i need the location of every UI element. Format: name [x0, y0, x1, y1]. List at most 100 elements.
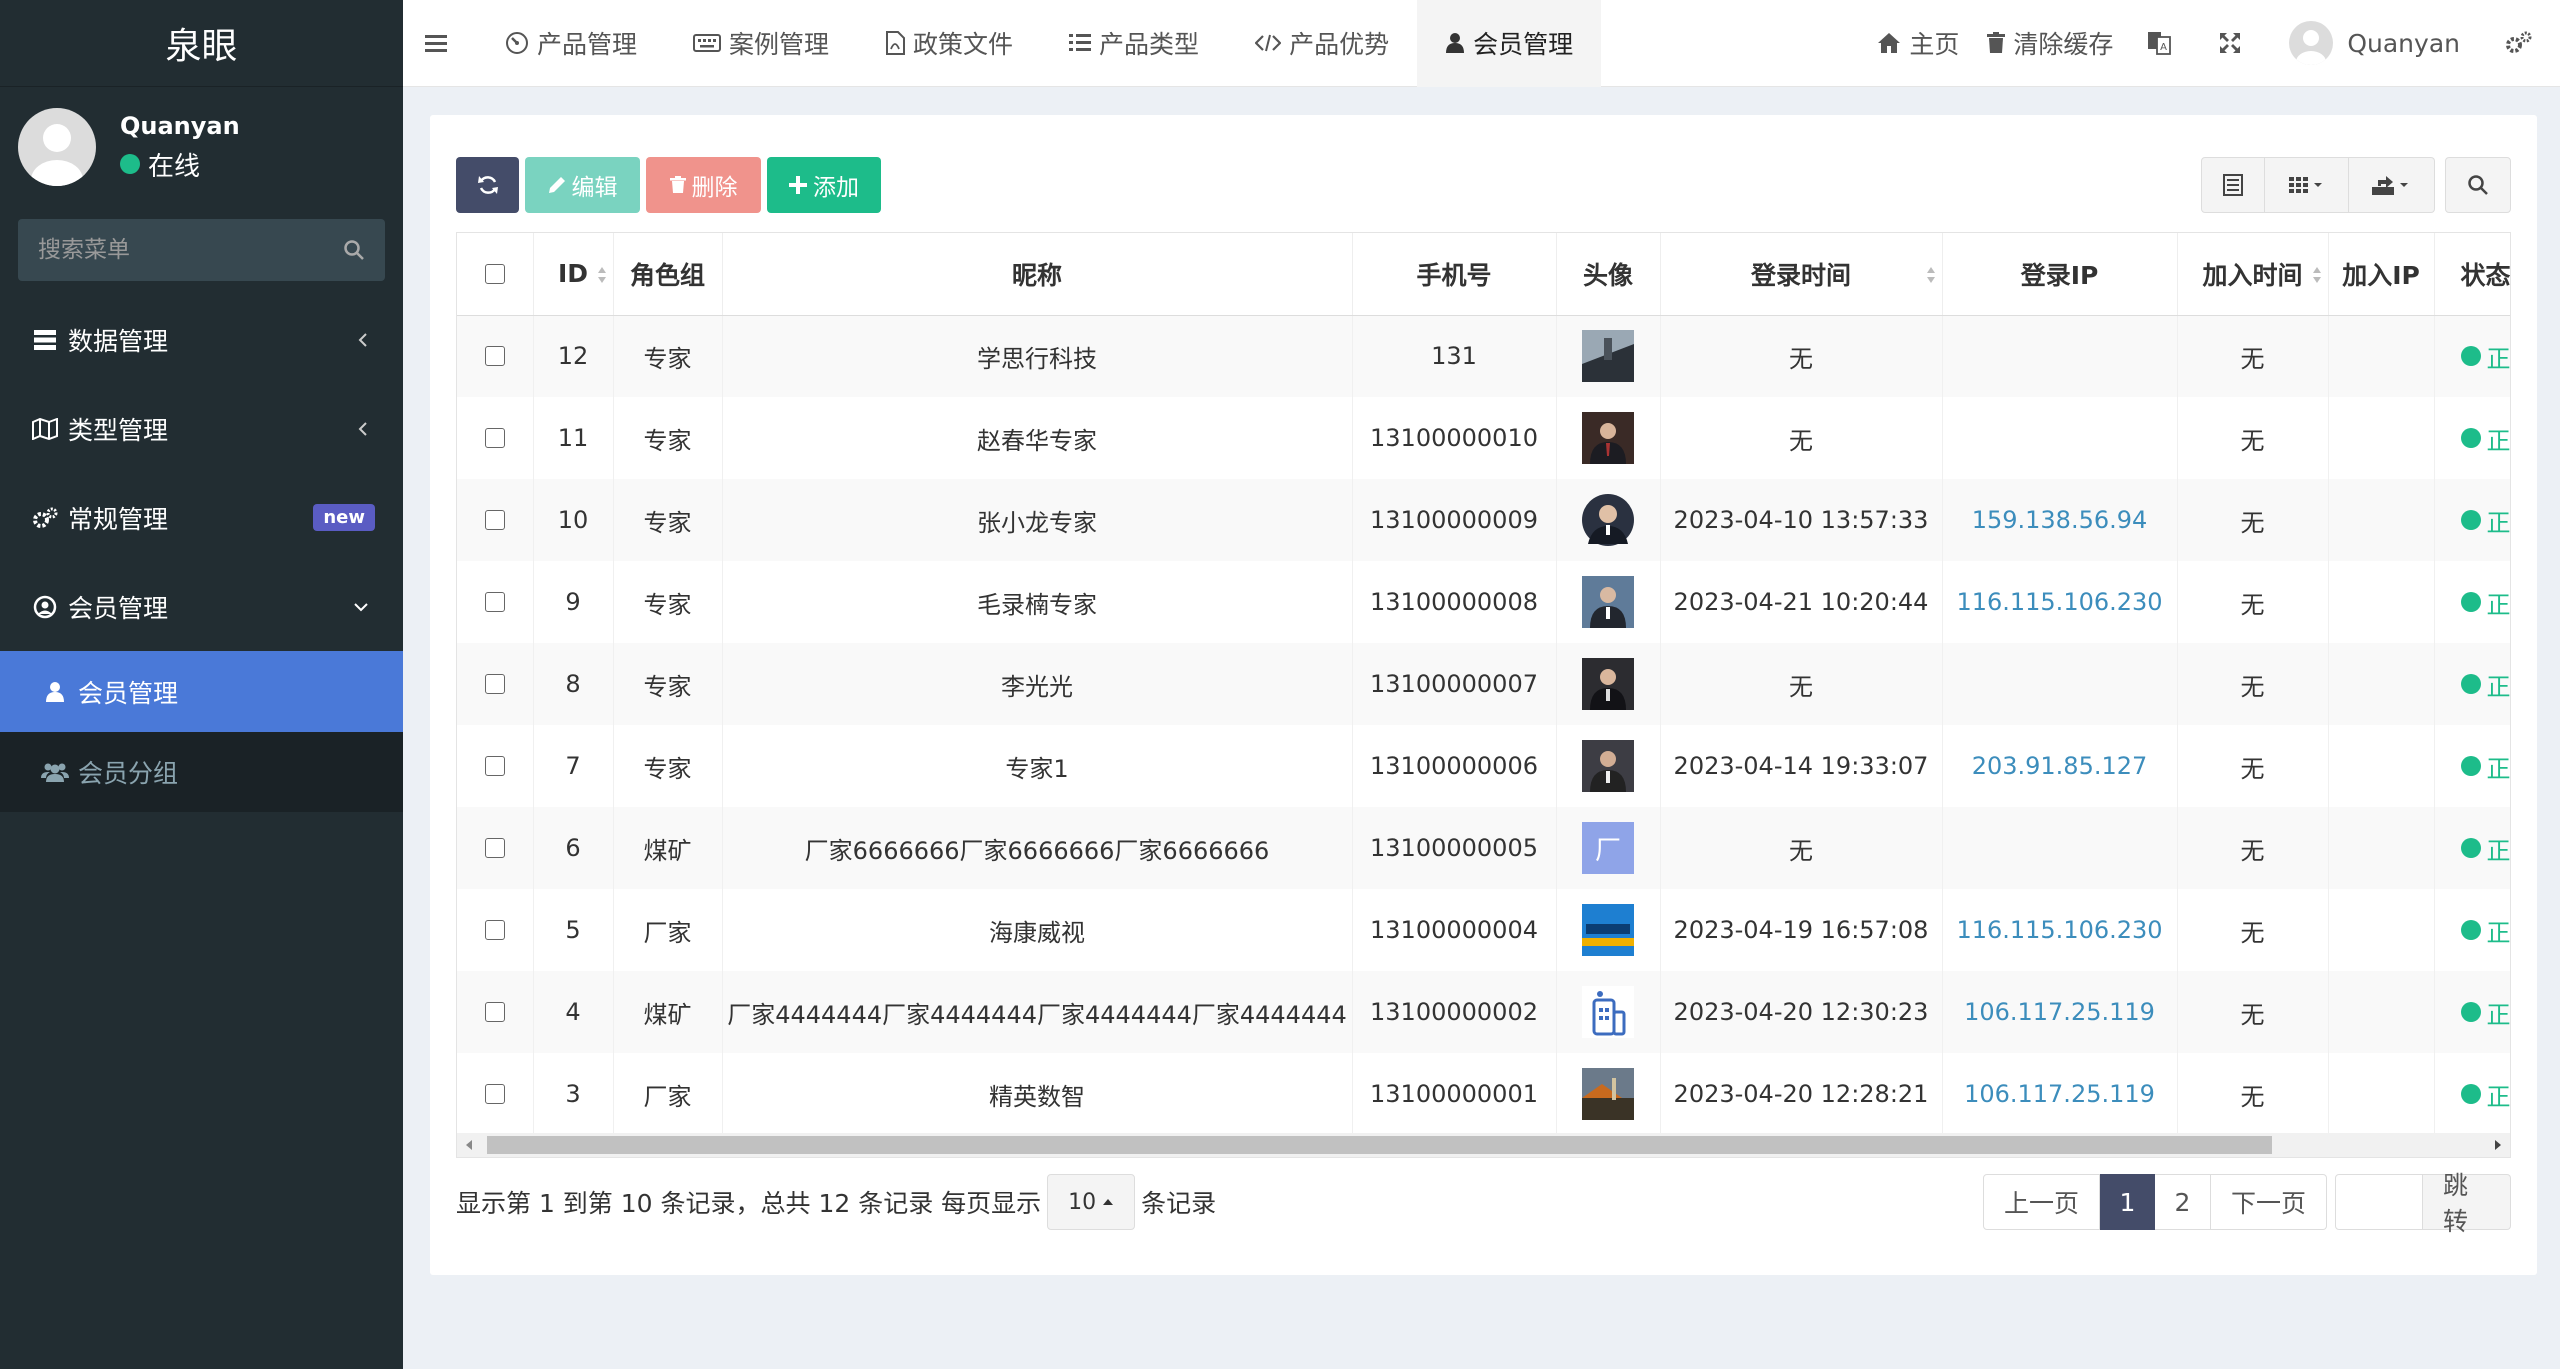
next-page-button[interactable]: 下一页: [2211, 1174, 2327, 1230]
sidebar-subitem-member-group[interactable]: 会员分组: [0, 732, 403, 812]
table-row[interactable]: 7 专家 专家1 13100000006 2023-04-14 19:33:07 203.…: [457, 725, 2510, 807]
table-row[interactable]: 6 煤矿 厂家6666666厂家6666666厂家6666666 1310000000…: [457, 807, 2510, 889]
cell-join-time: 无: [2177, 397, 2329, 479]
cell-login-ip[interactable]: 159.138.56.94: [1942, 479, 2178, 561]
select-all-checkbox[interactable]: [484, 263, 505, 284]
refresh-button[interactable]: [456, 157, 519, 213]
tab-case-manage[interactable]: 案例管理: [665, 0, 857, 87]
search-icon[interactable]: [343, 239, 365, 261]
status-dot-icon: [2460, 1084, 2481, 1104]
table-row[interactable]: 8专家李光光13100000007 无 无 正常: [457, 643, 2510, 725]
cell-nickname: 毛录楠专家: [722, 561, 1353, 643]
row-checkbox[interactable]: [484, 674, 505, 694]
cell-login-ip[interactable]: 116.115.106.230: [1942, 889, 2178, 971]
columns-button[interactable]: [2265, 157, 2349, 213]
table-row[interactable]: 12专家学思行科技131 无 无 正常: [457, 315, 2510, 397]
avatar[interactable]: [1582, 986, 1634, 1038]
cell-login-ip[interactable]: 203.91.85.127: [1942, 725, 2178, 807]
avatar[interactable]: [1582, 330, 1634, 383]
cell-login-ip[interactable]: [1942, 397, 2178, 479]
member-table: ID 角色组 昵称 手机号 头像 登录时间 登录IP 加入时间 加入IP 状态 …: [456, 232, 2511, 1158]
cell-login-ip[interactable]: [1942, 807, 2178, 889]
cell-login-ip[interactable]: [1942, 315, 2178, 397]
col-header-login-time[interactable]: 登录时间: [1660, 233, 1943, 316]
app-logo[interactable]: 泉眼: [0, 0, 403, 87]
sidebar-item-data[interactable]: 数据管理: [0, 295, 403, 384]
table-row[interactable]: 10 专家 张小龙专家 13100000009 2023-04-10 13:57:33 1…: [457, 479, 2510, 561]
home-link[interactable]: 主页: [1863, 0, 1973, 87]
row-checkbox[interactable]: [484, 838, 505, 858]
user-menu[interactable]: Quanyan: [2269, 0, 2480, 87]
online-dot-icon: [120, 154, 140, 174]
sidebar-item-members[interactable]: 会员管理: [0, 562, 403, 651]
page-size-select[interactable]: 10: [1047, 1174, 1136, 1230]
tab-product-types[interactable]: 产品类型: [1041, 0, 1227, 87]
search-button[interactable]: [2445, 157, 2511, 213]
status-badge: 正常: [2486, 590, 2511, 619]
avatar[interactable]: [1582, 1068, 1634, 1120]
jump-button[interactable]: 跳转: [2423, 1171, 2511, 1236]
cell-status: 正常: [2434, 397, 2510, 479]
list-alt-icon: [2223, 174, 2243, 196]
tab-member-manage[interactable]: 会员管理: [1417, 0, 1602, 87]
sidebar-subitem-member-manage[interactable]: 会员管理: [0, 651, 403, 732]
avatar[interactable]: [1582, 412, 1634, 464]
page-2-button[interactable]: 2: [2155, 1174, 2211, 1230]
table-row[interactable]: 3 厂家 精英数智 13100000001 2023-04-20 12:28:21 106…: [457, 1053, 2510, 1135]
prev-page-button[interactable]: 上一页: [1983, 1174, 2100, 1230]
cell-login-ip[interactable]: [1942, 643, 2178, 725]
row-select-cell: [457, 397, 534, 479]
horizontal-scrollbar[interactable]: [457, 1133, 2510, 1157]
search-icon: [2467, 174, 2489, 196]
row-checkbox[interactable]: [484, 428, 505, 448]
cell-login-ip[interactable]: 106.117.25.119: [1942, 1053, 2178, 1135]
add-button[interactable]: 添加: [767, 157, 881, 213]
tab-product-manage[interactable]: 产品管理: [477, 0, 665, 87]
tab-policy-files[interactable]: 政策文件: [857, 0, 1041, 87]
sidebar-item-types[interactable]: 类型管理: [0, 384, 403, 473]
avatar[interactable]: [1582, 740, 1634, 792]
tab-product-advantage[interactable]: 产品优势: [1227, 0, 1417, 87]
settings-button[interactable]: [2480, 0, 2560, 87]
table-row[interactable]: 5 厂家 海康威视 13100000004 2023-04-19 16:57:08 116…: [457, 889, 2510, 971]
scroll-right-icon[interactable]: [2494, 1139, 2502, 1151]
toggle-view-button[interactable]: [2201, 157, 2265, 213]
row-checkbox[interactable]: [484, 346, 505, 367]
row-checkbox[interactable]: [484, 510, 505, 530]
edit-button[interactable]: 编辑: [525, 157, 640, 213]
col-header-join-time[interactable]: 加入时间: [2177, 233, 2329, 316]
cell-login-ip[interactable]: 106.117.25.119: [1942, 971, 2178, 1053]
avatar[interactable]: [1582, 658, 1634, 710]
row-checkbox[interactable]: [484, 920, 505, 940]
clear-cache-button[interactable]: 清除缓存: [1973, 0, 2127, 87]
row-checkbox[interactable]: [484, 1084, 505, 1104]
scroll-left-icon[interactable]: [465, 1139, 473, 1151]
scrollbar-thumb[interactable]: [487, 1136, 2272, 1154]
avatar[interactable]: [1582, 576, 1634, 628]
avatar[interactable]: [1582, 904, 1634, 956]
row-select-cell: [457, 971, 534, 1053]
avatar[interactable]: 厂: [1582, 822, 1634, 874]
row-checkbox[interactable]: [484, 1002, 505, 1022]
delete-button[interactable]: 删除: [646, 157, 761, 213]
col-header-id[interactable]: ID: [533, 233, 614, 316]
sidebar-toggle-button[interactable]: [403, 0, 477, 87]
jump-page-input[interactable]: [2335, 1174, 2423, 1230]
menu-search-input[interactable]: [38, 237, 298, 263]
export-button[interactable]: [2349, 157, 2435, 213]
language-button[interactable]: A: [2127, 0, 2199, 87]
cell-login-ip[interactable]: 116.115.106.230: [1942, 561, 2178, 643]
expand-icon: [2219, 32, 2249, 54]
page-1-button[interactable]: 1: [2100, 1174, 2155, 1230]
avatar[interactable]: [1582, 494, 1634, 546]
row-select-cell: [457, 889, 534, 971]
table-row[interactable]: 4 煤矿 厂家4444444厂家4444444厂家4444444厂家4444444 1…: [457, 971, 2510, 1053]
table-row[interactable]: 9 专家 毛录楠专家 13100000008 2023-04-21 10:20:44 11…: [457, 561, 2511, 643]
row-checkbox[interactable]: [484, 592, 505, 612]
home-icon: [1877, 32, 1909, 54]
row-checkbox[interactable]: [484, 756, 505, 776]
sidebar-item-general[interactable]: 常规管理 new: [0, 473, 403, 562]
fullscreen-button[interactable]: [2199, 0, 2269, 87]
table-row[interactable]: 11专家赵春华专家13100000010 无 无 正常: [457, 397, 2510, 479]
export-icon: [2371, 174, 2412, 196]
